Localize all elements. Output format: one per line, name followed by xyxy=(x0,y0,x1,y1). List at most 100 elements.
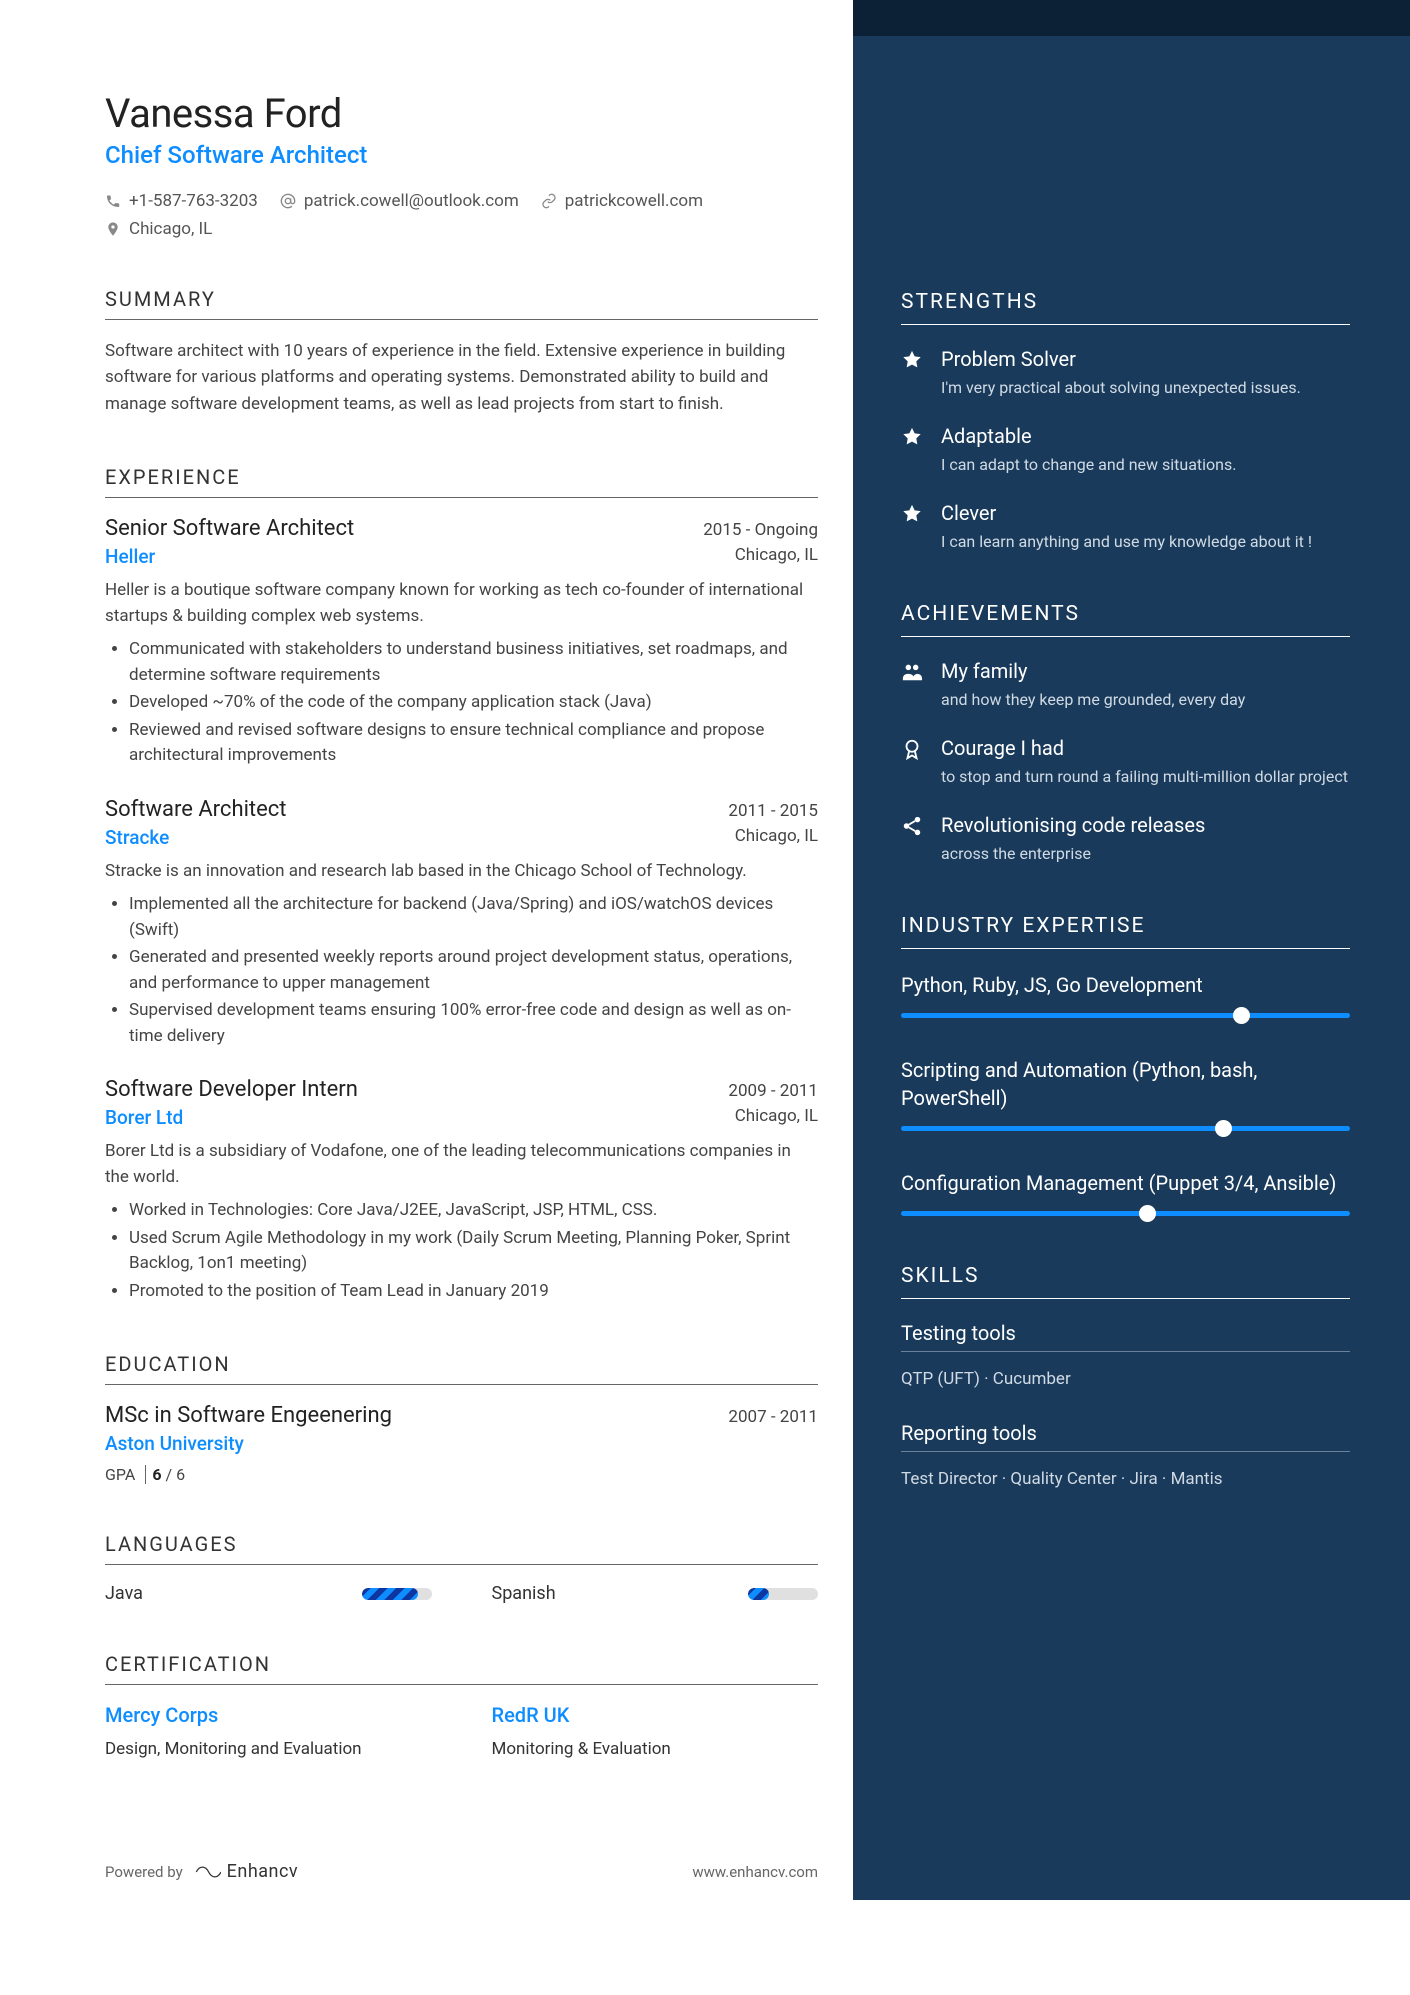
achievement-title: My family xyxy=(941,659,1245,683)
at-icon xyxy=(280,193,296,209)
strengths-heading: STRENGTHS xyxy=(901,290,1350,324)
job-role: Software Architect xyxy=(105,797,287,822)
divider xyxy=(901,1351,1350,1352)
cert-item: RedR UK Monitoring & Evaluation xyxy=(492,1703,819,1759)
divider xyxy=(105,1564,818,1565)
gpa-value: 6 xyxy=(152,1465,161,1484)
badge-icon xyxy=(901,738,923,789)
achievement-desc: across the enterprise xyxy=(941,842,1205,866)
divider xyxy=(105,1384,818,1385)
brand-name: Enhancv xyxy=(227,1861,298,1882)
location-contact: Chicago, IL xyxy=(105,219,212,239)
skills-section: SKILLS Testing tools QTP (UFT) · Cucumbe… xyxy=(901,1264,1350,1494)
share-icon xyxy=(901,815,923,866)
language-name: Spanish xyxy=(492,1583,556,1604)
bullet: Worked in Technologies: Core Java/J2EE, … xyxy=(129,1198,818,1224)
bullet: Supervised development teams ensuring 10… xyxy=(129,998,818,1049)
strength-title: Adaptable xyxy=(941,424,1236,448)
job-company: Stracke xyxy=(105,826,169,849)
skill-category-title: Testing tools xyxy=(901,1321,1350,1345)
pin-icon xyxy=(105,221,121,237)
gpa-max: 6 xyxy=(176,1465,185,1484)
family-icon xyxy=(901,661,923,712)
contact-row: +1-587-763-3203 patrick.cowell@outlook.c… xyxy=(105,191,818,239)
experience-section: EXPERIENCE Senior Software Architect 201… xyxy=(105,465,818,1304)
main-column: Vanessa Ford Chief Software Architect +1… xyxy=(0,0,853,1900)
skill-list: Test Director · Quality Center · Jira · … xyxy=(901,1464,1350,1495)
expertise-bar xyxy=(901,1126,1350,1131)
achievement-title: Revolutionising code releases xyxy=(941,813,1205,837)
job-role: Software Developer Intern xyxy=(105,1077,358,1102)
job-role: Senior Software Architect xyxy=(105,516,354,541)
job-desc: Heller is a boutique software company kn… xyxy=(105,578,818,629)
achievement-item: My family and how they keep me grounded,… xyxy=(901,659,1350,712)
edu-date: 2007 - 2011 xyxy=(728,1407,818,1427)
job-location: Chicago, IL xyxy=(735,1106,818,1129)
skill-category: Testing tools QTP (UFT) · Cucumber xyxy=(901,1321,1350,1395)
footer-url: www.enhancv.com xyxy=(692,1863,818,1881)
strength-item: Problem Solver I'm very practical about … xyxy=(901,347,1350,400)
language-item: Java xyxy=(105,1583,432,1604)
achievement-desc: to stop and turn round a failing multi-m… xyxy=(941,765,1348,789)
divider xyxy=(901,1298,1350,1299)
summary-text: Software architect with 10 years of expe… xyxy=(105,338,818,417)
star-icon xyxy=(901,426,923,477)
expertise-label: Scripting and Automation (Python, bash, … xyxy=(901,1056,1350,1112)
skill-list: QTP (UFT) · Cucumber xyxy=(901,1364,1350,1395)
cert-desc: Monitoring & Evaluation xyxy=(492,1739,819,1759)
job-date: 2009 - 2011 xyxy=(728,1081,818,1101)
cert-desc: Design, Monitoring and Evaluation xyxy=(105,1739,432,1759)
website-text: patrickcowell.com xyxy=(565,191,703,211)
language-bar xyxy=(362,1588,432,1600)
job-bullets: Communicated with stakeholders to unders… xyxy=(105,637,818,769)
bullet: Promoted to the position of Team Lead in… xyxy=(129,1279,818,1305)
strength-desc: I can adapt to change and new situations… xyxy=(941,453,1236,477)
achievement-title: Courage I had xyxy=(941,736,1348,760)
certification-heading: CERTIFICATION xyxy=(105,1652,818,1684)
divider xyxy=(105,1684,818,1685)
link-icon xyxy=(541,193,557,209)
expertise-label: Configuration Management (Puppet 3/4, An… xyxy=(901,1169,1350,1197)
bullet: Generated and presented weekly reports a… xyxy=(129,945,818,996)
divider xyxy=(901,324,1350,325)
job-title: Chief Software Architect xyxy=(105,141,818,169)
expertise-item: Python, Ruby, JS, Go Development xyxy=(901,971,1350,1018)
divider xyxy=(901,1451,1350,1452)
job-bullets: Worked in Technologies: Core Java/J2EE, … xyxy=(105,1198,818,1304)
gpa-label: GPA xyxy=(105,1465,135,1484)
achievements-heading: ACHIEVEMENTS xyxy=(901,602,1350,636)
enhancv-logo: Enhancv xyxy=(195,1861,298,1882)
job-location: Chicago, IL xyxy=(735,545,818,568)
phone-icon xyxy=(105,193,121,209)
job-date: 2015 - Ongoing xyxy=(703,520,818,540)
location-text: Chicago, IL xyxy=(129,219,212,239)
job-item: Senior Software Architect 2015 - Ongoing… xyxy=(105,516,818,769)
expertise-bar xyxy=(901,1211,1350,1216)
job-location: Chicago, IL xyxy=(735,826,818,849)
summary-heading: SUMMARY xyxy=(105,287,818,319)
skills-heading: SKILLS xyxy=(901,1264,1350,1298)
job-bullets: Implemented all the architecture for bac… xyxy=(105,892,818,1049)
strength-desc: I'm very practical about solving unexpec… xyxy=(941,376,1301,400)
bullet: Implemented all the architecture for bac… xyxy=(129,892,818,943)
sidebar: STRENGTHS Problem Solver I'm very practi… xyxy=(853,0,1410,1900)
bullet: Used Scrum Agile Methodology in my work … xyxy=(129,1226,818,1277)
strengths-section: STRENGTHS Problem Solver I'm very practi… xyxy=(901,290,1350,554)
language-bar xyxy=(748,1588,818,1600)
achievement-item: Revolutionising code releases across the… xyxy=(901,813,1350,866)
star-icon xyxy=(901,503,923,554)
phone-text: +1-587-763-3203 xyxy=(129,191,258,211)
expertise-label: Python, Ruby, JS, Go Development xyxy=(901,971,1350,999)
website-contact: patrickcowell.com xyxy=(541,191,703,211)
achievement-desc: and how they keep me grounded, every day xyxy=(941,688,1245,712)
job-item: Software Architect 2011 - 2015 Stracke C… xyxy=(105,797,818,1050)
experience-heading: EXPERIENCE xyxy=(105,465,818,497)
achievement-item: Courage I had to stop and turn round a f… xyxy=(901,736,1350,789)
bullet: Developed ~70% of the code of the compan… xyxy=(129,690,818,716)
powered-by-label: Powered by xyxy=(105,1863,183,1881)
job-desc: Stracke is an innovation and research la… xyxy=(105,859,818,885)
gpa: GPA 6 / 6 xyxy=(105,1465,818,1484)
strength-desc: I can learn anything and use my knowledg… xyxy=(941,530,1312,554)
divider xyxy=(901,948,1350,949)
expertise-bar xyxy=(901,1013,1350,1018)
